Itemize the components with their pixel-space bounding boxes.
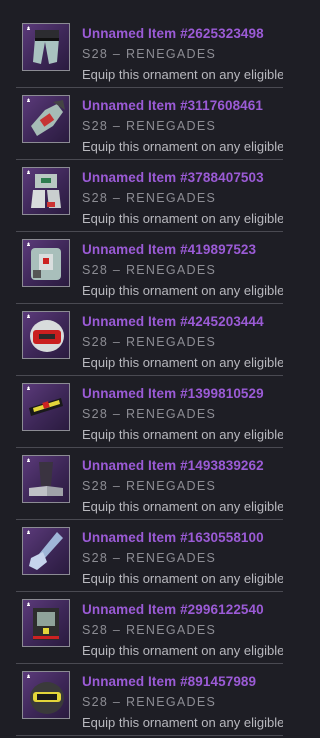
item-season: S28 – RENEGADES bbox=[82, 191, 217, 205]
gauntlets-armor-icon bbox=[22, 527, 70, 575]
item-season: S28 – RENEGADES bbox=[82, 479, 217, 493]
item-description: Equip this ornament on any eligible L bbox=[82, 355, 283, 370]
item-description: Equip this ornament on any eligible L bbox=[82, 643, 283, 658]
item-title: Unnamed Item #2625323498 bbox=[82, 26, 264, 41]
item-season: S28 – RENEGADES bbox=[82, 119, 217, 133]
item-title: Unnamed Item #3788407503 bbox=[82, 170, 264, 185]
item-season: S28 – RENEGADES bbox=[82, 335, 217, 349]
ornament-list: Unnamed Item #2625323498 S28 – RENEGADES… bbox=[0, 0, 283, 738]
item-season: S28 – RENEGADES bbox=[82, 551, 217, 565]
list-item[interactable]: Unnamed Item #3117608461 S28 – RENEGADES… bbox=[16, 88, 283, 160]
gauntlets-armor-icon bbox=[22, 95, 70, 143]
item-title: Unnamed Item #891457989 bbox=[82, 674, 257, 689]
item-description: Equip this ornament on any eligible L bbox=[82, 571, 283, 586]
item-title: Unnamed Item #3117608461 bbox=[82, 98, 264, 113]
item-season: S28 – RENEGADES bbox=[82, 47, 217, 61]
item-description: Equip this ornament on any eligible L bbox=[82, 139, 283, 154]
item-title: Unnamed Item #4245203444 bbox=[82, 314, 264, 329]
item-description: Equip this ornament on any eligible L bbox=[82, 211, 283, 226]
list-item[interactable]: Unnamed Item #2625323498 S28 – RENEGADES… bbox=[16, 16, 283, 88]
item-title: Unnamed Item #1493839262 bbox=[82, 458, 264, 473]
helmet-armor-icon bbox=[22, 671, 70, 719]
item-description: Equip this ornament on any eligible L bbox=[82, 499, 283, 514]
boots-armor-icon bbox=[22, 167, 70, 215]
item-season: S28 – RENEGADES bbox=[82, 623, 217, 637]
class-item-belt-icon bbox=[22, 383, 70, 431]
item-title: Unnamed Item #1630558100 bbox=[82, 530, 264, 545]
list-item[interactable]: Unnamed Item #3788407503 S28 – RENEGADES… bbox=[16, 160, 283, 232]
item-description: Equip this ornament on any eligible L bbox=[82, 427, 283, 442]
list-item[interactable]: Unnamed Item #1399810529 S28 – RENEGADES… bbox=[16, 376, 283, 448]
list-item[interactable]: Unnamed Item #4245203444 S28 – RENEGADES… bbox=[16, 304, 283, 376]
legs-armor-icon bbox=[22, 23, 70, 71]
item-description: Equip this ornament on any eligible L bbox=[82, 283, 283, 298]
item-title: Unnamed Item #419897523 bbox=[82, 242, 257, 257]
item-season: S28 – RENEGADES bbox=[82, 695, 217, 709]
item-season: S28 – RENEGADES bbox=[82, 263, 217, 277]
chest-armor-icon bbox=[22, 599, 70, 647]
item-description: Equip this ornament on any eligible L bbox=[82, 67, 283, 82]
list-item[interactable]: Unnamed Item #1630558100 S28 – RENEGADES… bbox=[16, 520, 283, 592]
item-title: Unnamed Item #2996122540 bbox=[82, 602, 264, 617]
list-item[interactable]: Unnamed Item #419897523 S28 – RENEGADES … bbox=[16, 232, 283, 304]
list-item[interactable]: Unnamed Item #1493839262 S28 – RENEGADES… bbox=[16, 448, 283, 520]
legs-armor-icon bbox=[22, 455, 70, 503]
helmet-armor-icon bbox=[22, 311, 70, 359]
item-description: Equip this ornament on any eligible L bbox=[82, 715, 283, 730]
list-item[interactable]: Unnamed Item #891457989 S28 – RENEGADES … bbox=[16, 664, 283, 736]
item-season: S28 – RENEGADES bbox=[82, 407, 217, 421]
chest-armor-icon bbox=[22, 239, 70, 287]
list-item[interactable]: Unnamed Item #2996122540 S28 – RENEGADES… bbox=[16, 592, 283, 664]
item-title: Unnamed Item #1399810529 bbox=[82, 386, 264, 401]
